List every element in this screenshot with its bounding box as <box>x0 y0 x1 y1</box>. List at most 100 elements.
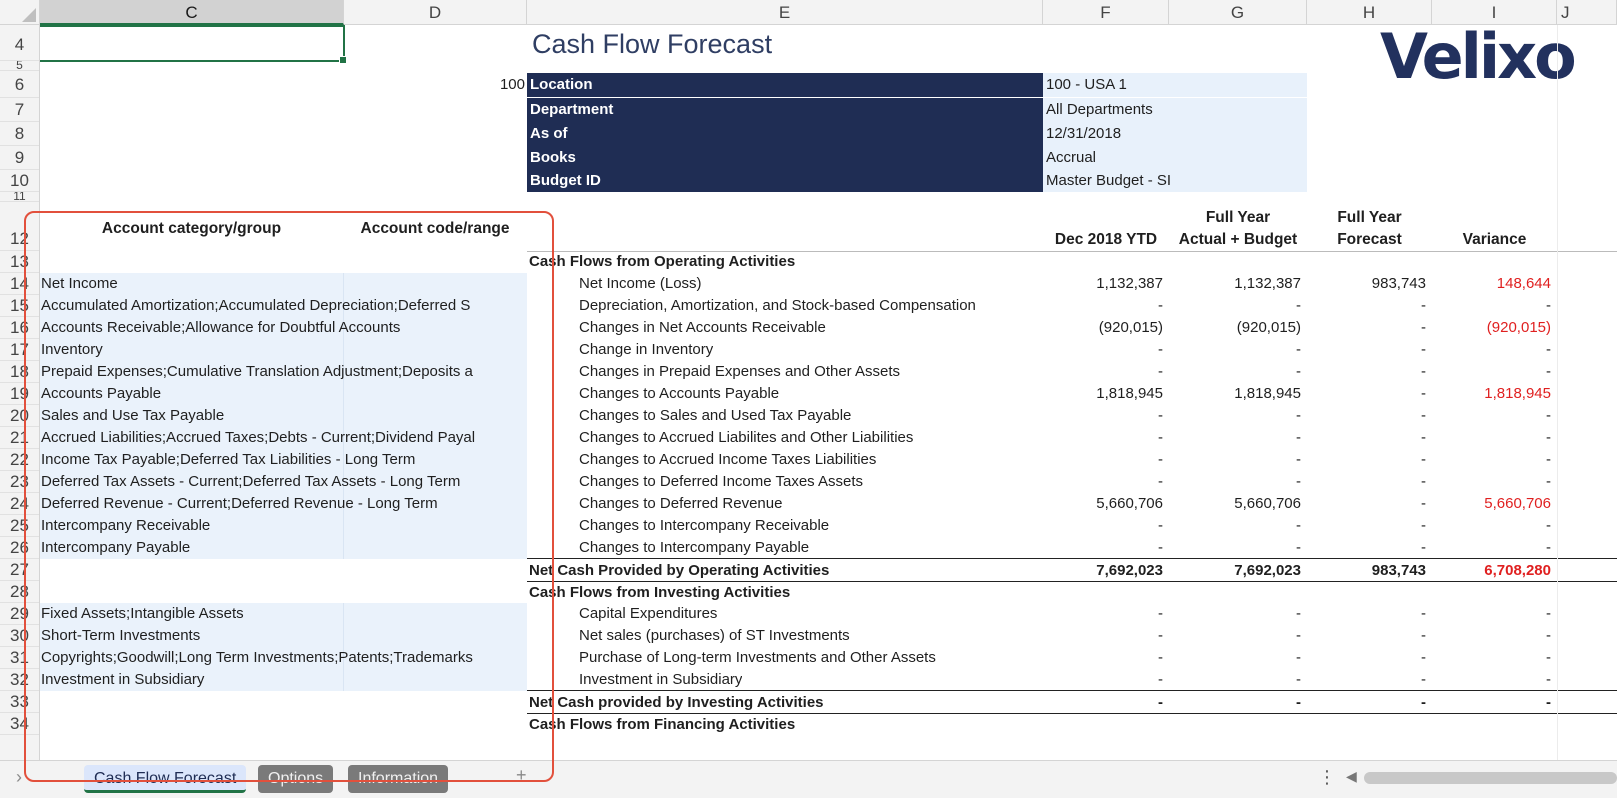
row14-i[interactable]: 148,644 <box>1432 273 1557 295</box>
row22-f[interactable]: - <box>1043 449 1169 471</box>
param-value-budget-id[interactable]: Master Budget - SI <box>1043 170 1307 192</box>
row19-g[interactable]: 1,818,945 <box>1169 383 1307 405</box>
column-header-h[interactable]: H <box>1307 0 1432 25</box>
row30-f[interactable]: - <box>1043 625 1169 647</box>
column-header-i[interactable]: I <box>1432 0 1557 25</box>
column-header-g[interactable]: G <box>1169 0 1307 25</box>
total-operating-h[interactable]: 983,743 <box>1307 560 1432 581</box>
row17-h[interactable]: - <box>1307 339 1432 361</box>
param-value-location[interactable]: 100 - USA 1 <box>1043 73 1307 97</box>
param-value-books[interactable]: Accrual <box>1043 146 1307 170</box>
select-all-corner[interactable] <box>0 0 40 25</box>
row-number[interactable]: 9 <box>0 146 39 170</box>
horizontal-scrollbar[interactable] <box>1364 772 1617 784</box>
row24-g[interactable]: 5,660,706 <box>1169 493 1307 515</box>
row15-f[interactable]: - <box>1043 295 1169 317</box>
total-operating-i[interactable]: 6,708,280 <box>1432 560 1557 581</box>
row14-f[interactable]: 1,132,387 <box>1043 273 1169 295</box>
total-investing-h[interactable]: - <box>1307 692 1432 713</box>
chevron-right-icon[interactable]: › <box>16 767 22 788</box>
row32-g[interactable]: - <box>1169 669 1307 691</box>
row-number[interactable]: 6 <box>0 71 39 98</box>
column-header-f[interactable]: F <box>1043 0 1169 25</box>
scroll-left-icon[interactable]: ◀ <box>1346 768 1357 785</box>
row23-g[interactable]: - <box>1169 471 1307 493</box>
row18-f[interactable]: - <box>1043 361 1169 383</box>
row32-h[interactable]: - <box>1307 669 1432 691</box>
row22-g[interactable]: - <box>1169 449 1307 471</box>
row21-i[interactable]: - <box>1432 427 1557 449</box>
total-investing-i[interactable]: - <box>1432 692 1557 713</box>
row14-g[interactable]: 1,132,387 <box>1169 273 1307 295</box>
more-options-icon[interactable]: ⋮ <box>1318 767 1336 788</box>
row30-g[interactable]: - <box>1169 625 1307 647</box>
location-code[interactable]: 100 <box>344 73 525 97</box>
column-header-c[interactable]: C <box>40 0 344 25</box>
row21-h[interactable]: - <box>1307 427 1432 449</box>
row25-h[interactable]: - <box>1307 515 1432 537</box>
column-header-j[interactable]: J <box>1557 0 1617 25</box>
row31-i[interactable]: - <box>1432 647 1557 669</box>
column-header-e[interactable]: E <box>527 0 1043 25</box>
total-operating-f[interactable]: 7,692,023 <box>1043 560 1169 581</box>
row26-g[interactable]: - <box>1169 537 1307 559</box>
total-investing-g[interactable]: - <box>1169 692 1307 713</box>
row21-f[interactable]: - <box>1043 427 1169 449</box>
row32-f[interactable]: - <box>1043 669 1169 691</box>
row20-f[interactable]: - <box>1043 405 1169 427</box>
row29-g[interactable]: - <box>1169 603 1307 625</box>
row17-f[interactable]: - <box>1043 339 1169 361</box>
row-number[interactable]: 8 <box>0 122 39 146</box>
row25-i[interactable]: - <box>1432 515 1557 537</box>
row-number[interactable]: 7 <box>0 98 39 122</box>
total-investing-f[interactable]: - <box>1043 692 1169 713</box>
row-number[interactable]: 10 <box>0 170 39 192</box>
row17-g[interactable]: - <box>1169 339 1307 361</box>
row15-i[interactable]: - <box>1432 295 1557 317</box>
row25-g[interactable]: - <box>1169 515 1307 537</box>
row32-i[interactable]: - <box>1432 669 1557 691</box>
row29-f[interactable]: - <box>1043 603 1169 625</box>
param-value-as-of[interactable]: 12/31/2018 <box>1043 122 1307 146</box>
row25-f[interactable]: - <box>1043 515 1169 537</box>
row22-h[interactable]: - <box>1307 449 1432 471</box>
row23-f[interactable]: - <box>1043 471 1169 493</box>
row24-f[interactable]: 5,660,706 <box>1043 493 1169 515</box>
row16-i[interactable]: (920,015) <box>1432 317 1557 339</box>
row20-i[interactable]: - <box>1432 405 1557 427</box>
row16-g[interactable]: (920,015) <box>1169 317 1307 339</box>
row15-g[interactable]: - <box>1169 295 1307 317</box>
row14-h[interactable]: 983,743 <box>1307 273 1432 295</box>
row-number[interactable]: 5 <box>0 61 39 71</box>
row18-g[interactable]: - <box>1169 361 1307 383</box>
row20-h[interactable]: - <box>1307 405 1432 427</box>
row26-f[interactable]: - <box>1043 537 1169 559</box>
active-cell-c4[interactable] <box>40 25 347 64</box>
row20-g[interactable]: - <box>1169 405 1307 427</box>
row26-i[interactable]: - <box>1432 537 1557 559</box>
row31-h[interactable]: - <box>1307 647 1432 669</box>
row19-h[interactable]: - <box>1307 383 1432 405</box>
row23-i[interactable]: - <box>1432 471 1557 493</box>
row19-f[interactable]: 1,818,945 <box>1043 383 1169 405</box>
column-header-d[interactable]: D <box>344 0 527 25</box>
row24-i[interactable]: 5,660,706 <box>1432 493 1557 515</box>
row30-i[interactable]: - <box>1432 625 1557 647</box>
row16-h[interactable]: - <box>1307 317 1432 339</box>
row18-h[interactable]: - <box>1307 361 1432 383</box>
row21-g[interactable]: - <box>1169 427 1307 449</box>
row23-h[interactable]: - <box>1307 471 1432 493</box>
row26-h[interactable]: - <box>1307 537 1432 559</box>
row31-g[interactable]: - <box>1169 647 1307 669</box>
row31-f[interactable]: - <box>1043 647 1169 669</box>
row18-i[interactable]: - <box>1432 361 1557 383</box>
total-operating-g[interactable]: 7,692,023 <box>1169 560 1307 581</box>
row29-i[interactable]: - <box>1432 603 1557 625</box>
row15-h[interactable]: - <box>1307 295 1432 317</box>
row24-h[interactable]: - <box>1307 493 1432 515</box>
row-number[interactable]: 11 <box>0 192 39 202</box>
row22-i[interactable]: - <box>1432 449 1557 471</box>
row19-i[interactable]: 1,818,945 <box>1432 383 1557 405</box>
row16-f[interactable]: (920,015) <box>1043 317 1169 339</box>
row30-h[interactable]: - <box>1307 625 1432 647</box>
